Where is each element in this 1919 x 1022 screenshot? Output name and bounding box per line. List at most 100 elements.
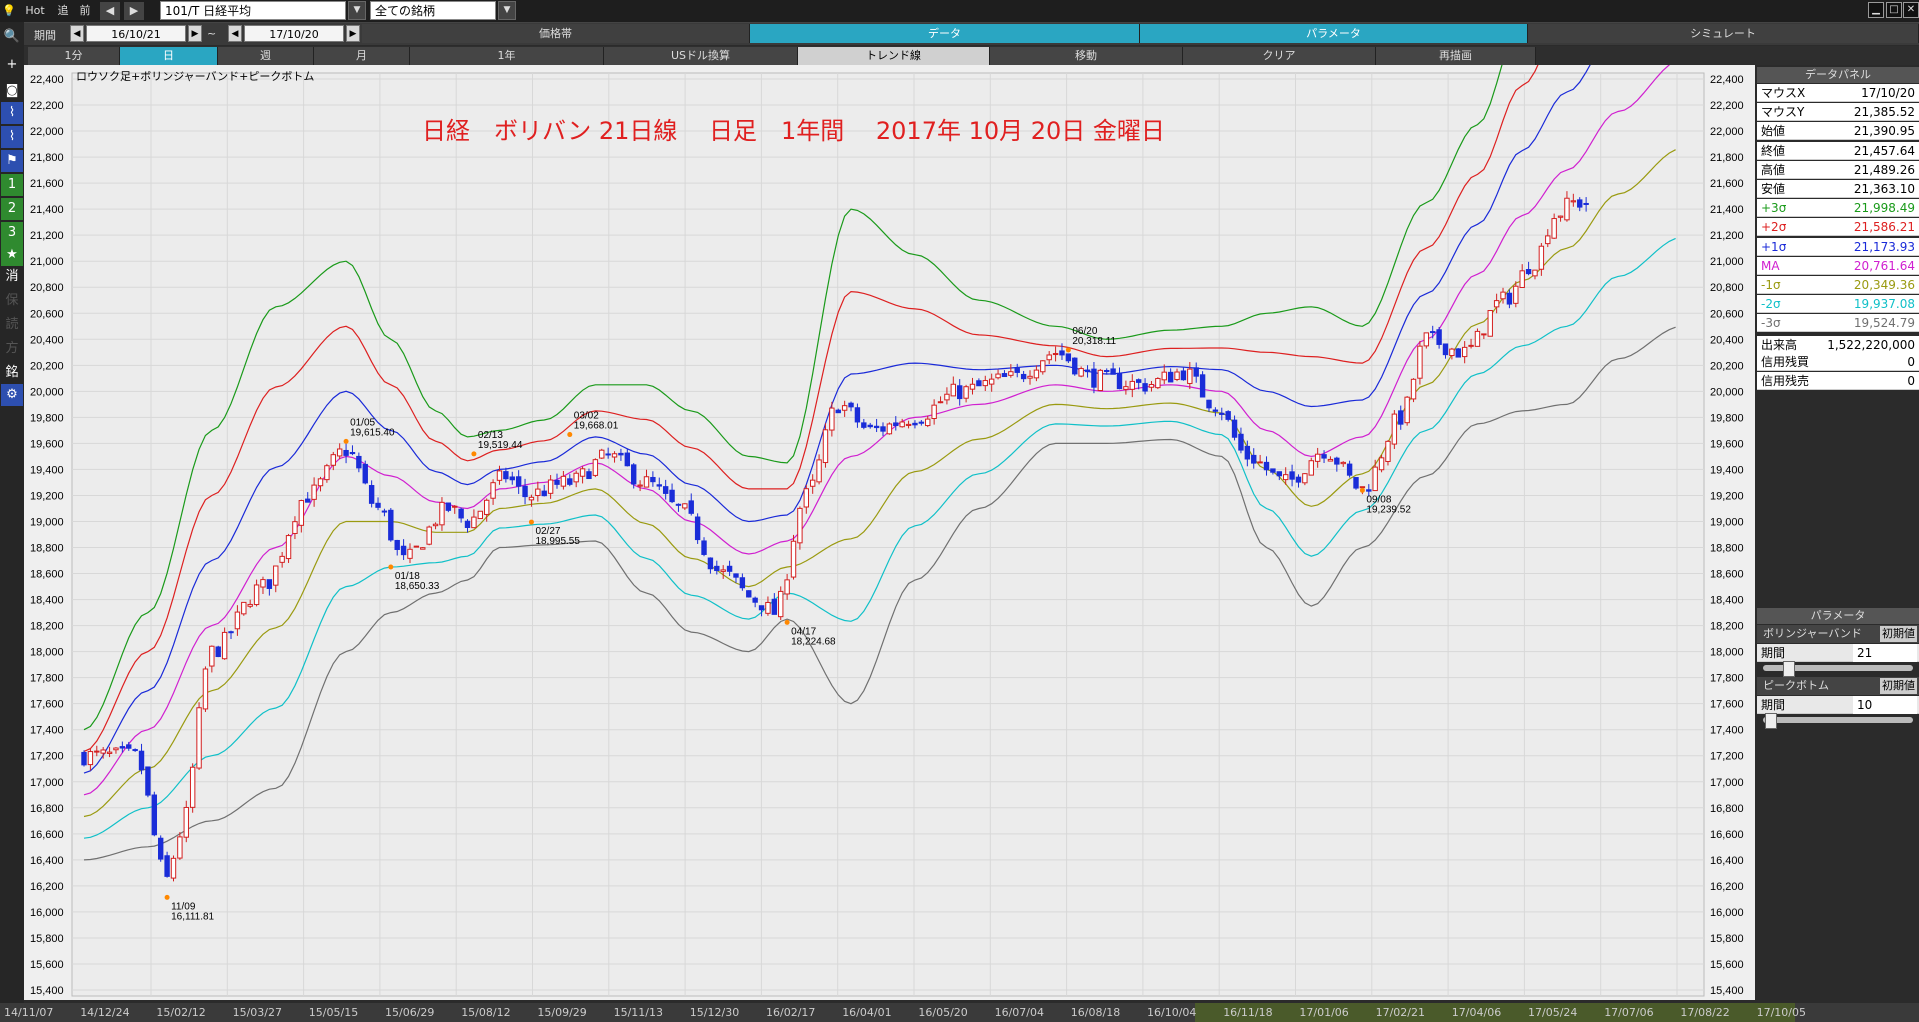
candle-body[interactable] — [1372, 466, 1378, 492]
candle-body[interactable] — [1461, 346, 1468, 358]
candle-body[interactable] — [541, 490, 547, 497]
candle-body[interactable] — [682, 503, 688, 509]
candle-body[interactable] — [1353, 477, 1359, 489]
candle-body[interactable] — [1020, 373, 1027, 380]
candle-body[interactable] — [912, 422, 918, 426]
candle-body[interactable] — [1206, 399, 1212, 409]
candle-body[interactable] — [158, 837, 164, 860]
candle-body[interactable] — [963, 386, 969, 399]
candle-body[interactable] — [618, 452, 624, 456]
candle-body[interactable] — [1059, 350, 1065, 356]
candle-body[interactable] — [1110, 368, 1116, 375]
candle-body[interactable] — [835, 409, 841, 414]
candle-body[interactable] — [982, 380, 988, 387]
candle-body[interactable] — [126, 744, 132, 749]
candle-body[interactable] — [228, 631, 234, 634]
candle-body[interactable] — [937, 401, 944, 404]
candle-body[interactable] — [189, 766, 196, 808]
candle-body[interactable] — [605, 453, 611, 456]
candle-body[interactable] — [420, 547, 426, 550]
peak-bottom-marker[interactable] — [471, 451, 477, 457]
end-next-icon[interactable]: ▶ — [346, 25, 360, 42]
candle-body[interactable] — [1321, 454, 1327, 459]
candle-body[interactable] — [688, 500, 694, 514]
candle-body[interactable] — [656, 484, 662, 487]
candle-body[interactable] — [138, 750, 145, 771]
timeframe-8[interactable]: クリア — [1183, 47, 1376, 65]
plot-background[interactable] — [71, 72, 1705, 997]
candle-body[interactable] — [145, 766, 151, 796]
candle-body[interactable] — [132, 749, 138, 752]
candle-body[interactable] — [1385, 440, 1391, 462]
symbol-combo[interactable]: 101/T 日経平均 — [160, 1, 346, 20]
candle-body[interactable] — [1040, 360, 1046, 373]
timeframe-0[interactable]: 1分 — [28, 47, 120, 65]
candle-body[interactable] — [515, 476, 522, 487]
candle-body[interactable] — [234, 611, 241, 630]
candle-body[interactable] — [1046, 354, 1052, 361]
candle-body[interactable] — [375, 502, 381, 508]
candle-body[interactable] — [490, 482, 496, 499]
candle-body[interactable] — [1455, 348, 1461, 358]
timeframe-2[interactable]: 週 — [218, 47, 314, 65]
candle-body[interactable] — [797, 507, 803, 544]
candle-body[interactable] — [221, 631, 228, 660]
candle-body[interactable] — [292, 521, 298, 534]
candle-body[interactable] — [1493, 300, 1500, 308]
candle-body[interactable] — [918, 421, 925, 424]
candle-body[interactable] — [1199, 374, 1206, 398]
candle-body[interactable] — [1282, 474, 1289, 481]
candle-body[interactable] — [260, 579, 266, 588]
candle-body[interactable] — [1072, 357, 1078, 375]
timeframe-6[interactable]: トレンド線 — [798, 47, 990, 65]
candle-body[interactable] — [324, 465, 330, 481]
candle-body[interactable] — [905, 423, 912, 426]
candle-body[interactable] — [164, 855, 170, 877]
tab-parameters[interactable]: パラメータ — [1140, 24, 1528, 43]
init-button[interactable]: 初期値 — [1880, 626, 1917, 642]
slider-handle[interactable] — [1765, 713, 1777, 729]
candle-body[interactable] — [298, 500, 305, 526]
candle-body[interactable] — [969, 383, 976, 390]
candle-body[interactable] — [611, 453, 618, 458]
candle-body[interactable] — [522, 485, 528, 498]
candle-body[interactable] — [643, 476, 650, 488]
candle-body[interactable] — [592, 459, 599, 476]
camera-icon[interactable]: ◙ — [1, 80, 23, 102]
candle-body[interactable] — [1116, 372, 1123, 390]
candle-body[interactable] — [285, 535, 292, 560]
minimize-icon[interactable]: ▁ — [1868, 2, 1884, 18]
candle-body[interactable] — [183, 806, 189, 838]
candle-body[interactable] — [209, 645, 215, 667]
candle-body[interactable] — [381, 510, 388, 513]
candle-body[interactable] — [893, 422, 899, 427]
chevron-down-icon[interactable]: ▼ — [348, 1, 366, 20]
candle-body[interactable] — [976, 380, 982, 387]
candle-body[interactable] — [426, 526, 432, 545]
candle-body[interactable] — [1474, 330, 1481, 347]
candle-body[interactable] — [202, 668, 209, 710]
candle-body[interactable] — [1366, 489, 1372, 492]
candle-body[interactable] — [841, 405, 848, 411]
candle-body[interactable] — [1238, 433, 1244, 451]
candle-body[interactable] — [119, 746, 126, 749]
candle-body[interactable] — [1327, 458, 1334, 462]
candle-body[interactable] — [925, 418, 931, 427]
candle-body[interactable] — [579, 468, 586, 477]
candle-body[interactable] — [273, 565, 279, 586]
candle-body[interactable] — [1014, 367, 1020, 373]
candle-body[interactable] — [1487, 310, 1493, 337]
candle-body[interactable] — [1123, 386, 1129, 390]
candle-body[interactable] — [1551, 218, 1557, 239]
candle-body[interactable] — [1270, 468, 1276, 473]
candle-body[interactable] — [599, 449, 605, 459]
candle-body[interactable] — [483, 499, 490, 515]
candle-body[interactable] — [631, 464, 637, 485]
candle-body[interactable] — [330, 454, 336, 466]
candle-body[interactable] — [1001, 373, 1008, 378]
candle-body[interactable] — [1564, 197, 1570, 221]
param-slider[interactable] — [1763, 713, 1913, 729]
candle-body[interactable] — [886, 423, 893, 435]
plus-icon[interactable]: + — [1, 54, 23, 76]
candle-body[interactable] — [778, 590, 784, 618]
